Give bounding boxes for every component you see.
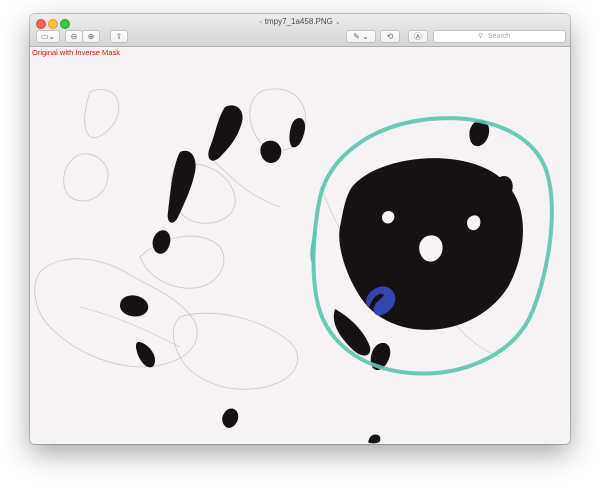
rotate-icon: ⟲: [386, 32, 394, 41]
zoom-out-button[interactable]: ⊖: [65, 30, 83, 43]
overlay-label: Original with Inverse Mask: [32, 48, 120, 57]
annotate-icon: Ⓐ: [414, 32, 422, 41]
window-title[interactable]: ▫ tmpy7_1a458.PNG ⌄: [30, 17, 570, 26]
zoom-out-icon: ⊖: [70, 32, 78, 41]
annotate-button[interactable]: Ⓐ: [408, 30, 428, 43]
search-icon: ⚲: [478, 33, 484, 40]
zoom-in-button[interactable]: ⊕: [82, 30, 100, 43]
title-bar[interactable]: ▫ tmpy7_1a458.PNG ⌄ ▭⌄ ⊖ ⊕ ⇧ ✎ ⌄ ⟲ Ⓐ ⚲ Sea…: [30, 14, 570, 47]
rotate-button[interactable]: ⟲: [380, 30, 400, 43]
markup-button[interactable]: ✎ ⌄: [346, 30, 376, 43]
search-input[interactable]: ⚲ Search: [433, 30, 566, 43]
share-icon: ⇧: [115, 32, 123, 41]
search-placeholder: Search: [488, 33, 511, 40]
zoom-in-icon: ⊕: [87, 32, 95, 41]
document-icon: ▫: [259, 19, 262, 26]
chevron-down-icon: ⌄: [48, 32, 56, 41]
tissue-slide-image: [34, 88, 554, 444]
share-button[interactable]: ⇧: [110, 30, 128, 43]
dark-tissue-structures: [119, 105, 523, 444]
chevron-down-icon: ⌄: [334, 19, 341, 26]
pen-icon: ✎ ⌄: [353, 32, 369, 41]
preview-window: ▫ tmpy7_1a458.PNG ⌄ ▭⌄ ⊖ ⊕ ⇧ ✎ ⌄ ⟲ Ⓐ ⚲ Sea…: [30, 14, 570, 444]
window-title-text: tmpy7_1a458.PNG: [264, 17, 333, 26]
sidebar-toggle-button[interactable]: ▭⌄: [36, 30, 60, 43]
image-canvas[interactable]: Original with Inverse Mask: [30, 47, 570, 444]
